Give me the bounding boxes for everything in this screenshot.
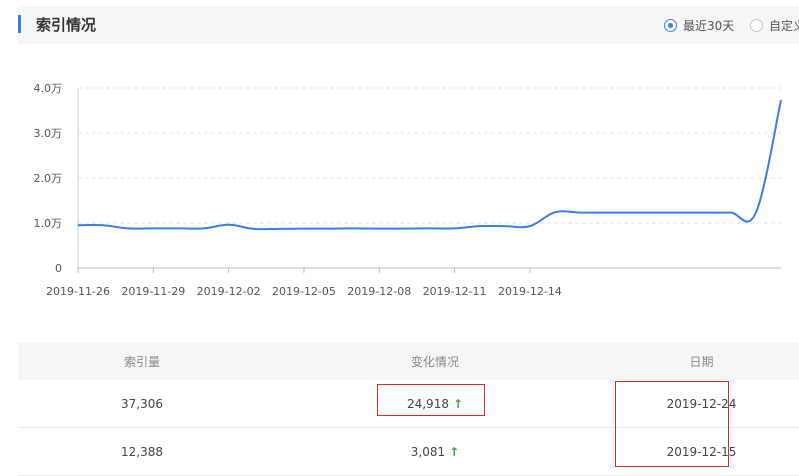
row-index-count: 37,306 — [121, 396, 163, 411]
row-index-count: 12,388 — [121, 444, 163, 459]
header-accent-bar — [18, 15, 21, 33]
x-tick-label: 2019-12-11 — [423, 285, 487, 298]
y-tick-label: 2.0万 — [34, 172, 63, 185]
y-tick-label: 3.0万 — [34, 127, 63, 140]
x-tick-label: 2019-11-29 — [121, 285, 185, 298]
x-tick-label: 2019-11-26 — [46, 285, 110, 298]
header-date: 日期 — [689, 355, 714, 369]
row-change: 3,081 ↑ — [266, 445, 604, 459]
range-option-label: 最近30天 — [683, 19, 735, 33]
range-option-label: 自定义 — [769, 19, 799, 33]
series-line — [77, 99, 782, 231]
highlight-box-dates — [615, 381, 729, 467]
index-chart: 0 1.0万 2.0万 3.0万 4.0万 2019-11-26 2019-11-29 201… — [0, 60, 799, 310]
table-header: 索引量 变化情况 日期 — [18, 343, 799, 380]
up-arrow-icon: ↑ — [449, 444, 460, 459]
y-tick-label: 1.0万 — [34, 217, 63, 230]
highlight-box-change — [377, 384, 485, 416]
section-title: 索引情况 — [36, 16, 97, 34]
change-value: 3,081 — [410, 444, 446, 459]
range-option-last-30-days[interactable]: 最近30天 — [664, 17, 734, 34]
x-tick-label: 2019-12-08 — [347, 285, 411, 298]
radio-unchecked-icon[interactable] — [750, 19, 763, 32]
index-line-chart: 0 1.0万 2.0万 3.0万 4.0万 2019-11-26 2019-11-29 201… — [34, 82, 782, 298]
x-tick-label: 2019-12-02 — [197, 285, 261, 298]
y-tick-label: 0 — [55, 262, 62, 275]
radio-checked-icon[interactable] — [664, 19, 677, 32]
range-option-custom[interactable]: 自定义 — [750, 17, 799, 34]
x-tick-label: 2019-12-14 — [498, 285, 562, 298]
header-index-count: 索引量 — [123, 355, 160, 369]
header-change: 变化情况 — [410, 355, 459, 369]
y-tick-label: 4.0万 — [34, 82, 63, 95]
x-tick-label: 2019-12-05 — [272, 285, 336, 298]
section-header: 索引情况 最近30天 自定义 — [18, 6, 799, 44]
